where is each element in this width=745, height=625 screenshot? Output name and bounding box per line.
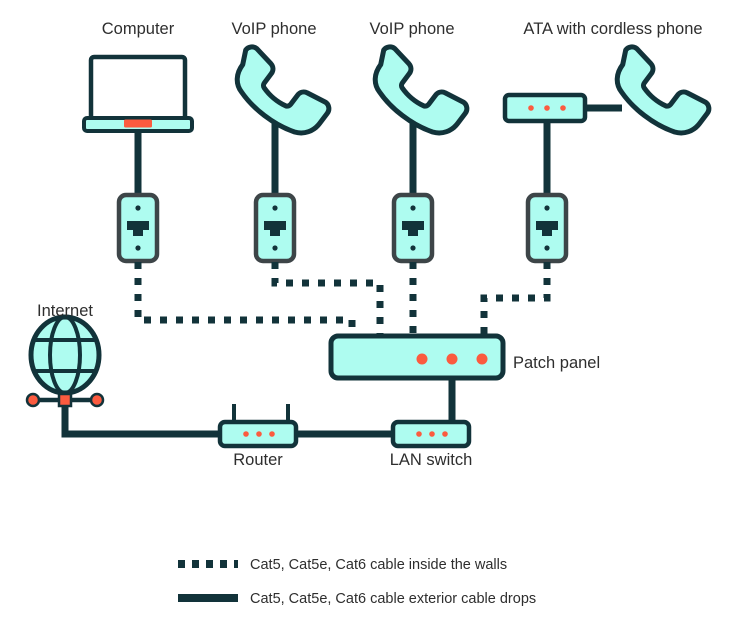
wall-jack-voip-2 — [394, 195, 432, 261]
ata-led-2 — [544, 105, 550, 111]
ata-device — [502, 92, 588, 124]
patch-panel-led-2 — [446, 353, 458, 365]
internet-globe-icon — [25, 314, 105, 408]
legend-label-inside-walls: Cat5, Cat5e, Cat6 cable inside the walls — [250, 557, 507, 573]
top-labels-group: Computer VoIP phone VoIP phone ATA with … — [102, 20, 703, 38]
label-patch-panel: Patch panel — [513, 354, 600, 372]
legend: Cat5, Cat5e, Cat6 cable inside the walls… — [178, 557, 536, 607]
cable-internet-to-router — [61, 406, 222, 438]
handset-icon-2 — [371, 37, 470, 140]
lan-switch-device — [390, 419, 472, 449]
router-led-3 — [269, 431, 275, 437]
wall-jack-voip-1 — [256, 195, 294, 261]
laptop-icon — [82, 54, 194, 133]
router-device — [217, 404, 299, 449]
label-ata-with-cordless-phone: ATA with cordless phone — [523, 20, 702, 38]
label-voip-phone-1: VoIP phone — [231, 20, 316, 38]
laptop-trackpad — [124, 119, 152, 128]
ata-led-3 — [560, 105, 566, 111]
globe-node-right — [89, 392, 105, 408]
label-computer: Computer — [102, 20, 175, 38]
handset-icon-3 — [613, 37, 712, 140]
legend-label-exterior-drops: Cat5, Cat5e, Cat6 cable exterior cable d… — [250, 591, 536, 607]
label-voip-phone-2: VoIP phone — [369, 20, 454, 38]
patch-panel-led-3 — [476, 353, 488, 365]
router-led-1 — [243, 431, 249, 437]
label-lan-switch: LAN switch — [390, 451, 473, 469]
wall-jack-computer — [119, 195, 157, 261]
globe-outline — [28, 314, 102, 396]
handset-icon-1 — [233, 37, 332, 140]
wall-jack-ata — [528, 195, 566, 261]
lan-switch-led-1 — [416, 431, 422, 437]
ata-led-1 — [528, 105, 534, 111]
laptop-screen — [88, 54, 188, 123]
network-diagram-canvas: Computer VoIP phone VoIP phone ATA with … — [0, 0, 745, 625]
patch-panel-led-1 — [416, 353, 428, 365]
lan-switch-led-3 — [442, 431, 448, 437]
lan-switch-led-2 — [429, 431, 435, 437]
inwall-cable-computer — [134, 262, 356, 362]
globe-node-center — [57, 392, 73, 408]
router-led-2 — [256, 431, 262, 437]
globe-node-left — [25, 392, 41, 408]
network-diagram-svg: Computer VoIP phone VoIP phone ATA with … — [25, 20, 745, 607]
label-internet: Internet — [37, 302, 93, 320]
label-router: Router — [233, 451, 283, 469]
patch-panel-device — [328, 333, 506, 381]
